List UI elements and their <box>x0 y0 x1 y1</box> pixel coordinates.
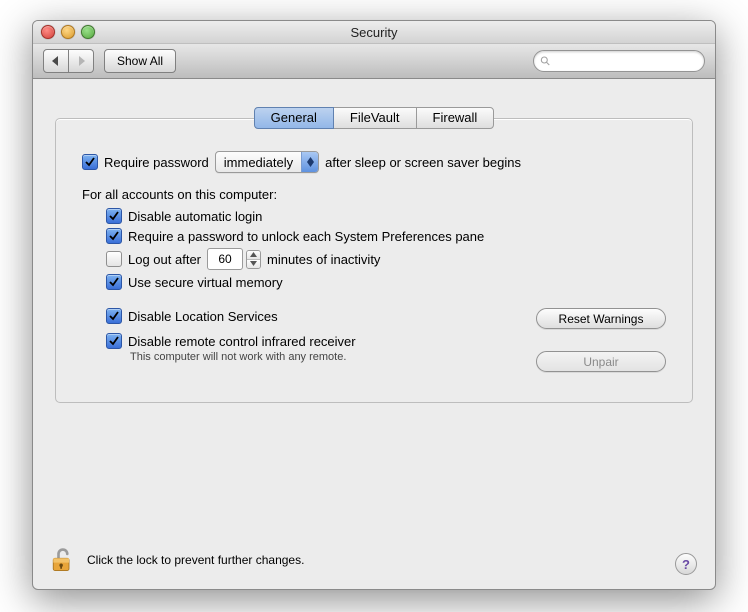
toolbar: Show All <box>33 44 715 79</box>
require-pw-sysprefs-row: Require a password to unlock each System… <box>82 228 666 244</box>
require-pw-sysprefs-label: Require a password to unlock each System… <box>128 229 484 244</box>
reset-warnings-button[interactable]: Reset Warnings <box>536 308 666 329</box>
forward-button[interactable] <box>69 49 94 73</box>
ir-subtext: This computer will not work with any rem… <box>130 351 356 363</box>
tab-control: General FileVault Firewall <box>55 107 693 129</box>
zoom-button[interactable] <box>81 25 95 39</box>
search-input[interactable] <box>555 53 698 69</box>
disable-ir-label: Disable remote control infrared receiver <box>128 334 356 349</box>
log-out-minutes-stepper <box>207 248 261 270</box>
tab-filevault[interactable]: FileVault <box>333 107 417 129</box>
checkmark-icon <box>85 157 95 167</box>
stepper-arrows[interactable] <box>246 250 261 269</box>
tab-general[interactable]: General <box>254 107 334 129</box>
require-pw-sysprefs-checkbox[interactable] <box>106 228 122 244</box>
window-title: Security <box>351 25 398 40</box>
help-button[interactable]: ? <box>675 553 697 575</box>
security-preferences-window: Security Show All General FileVault Fire… <box>32 20 716 590</box>
close-button[interactable] <box>41 25 55 39</box>
log-out-after-label-pre: Log out after <box>128 252 201 267</box>
log-out-after-row: Log out after minutes of inactivity <box>82 248 666 270</box>
require-password-row: Require password immediately after sleep… <box>82 151 666 173</box>
disable-location-checkbox[interactable] <box>106 308 122 324</box>
ir-receiver-row: Disable remote control infrared receiver… <box>82 333 666 372</box>
require-password-checkbox[interactable] <box>82 154 98 170</box>
search-icon <box>540 55 551 67</box>
checkmark-icon <box>109 231 119 241</box>
checkmark-icon <box>109 311 119 321</box>
disable-auto-login-checkbox[interactable] <box>106 208 122 224</box>
disable-ir-checkbox[interactable] <box>106 333 122 349</box>
general-panel: Require password immediately after sleep… <box>55 118 693 403</box>
popup-arrows-icon <box>301 152 318 172</box>
require-password-label-post: after sleep or screen saver begins <box>325 155 521 170</box>
chevron-down-icon <box>250 261 257 266</box>
log-out-after-label-post: minutes of inactivity <box>267 252 380 267</box>
chevron-left-icon <box>52 56 60 66</box>
require-password-delay-value: immediately <box>216 155 301 170</box>
secure-vm-checkbox[interactable] <box>106 274 122 290</box>
unpair-button[interactable]: Unpair <box>536 351 666 372</box>
checkmark-icon <box>109 277 119 287</box>
disable-auto-login-label: Disable automatic login <box>128 209 262 224</box>
tab-firewall[interactable]: Firewall <box>416 107 495 129</box>
location-services-row: Disable Location Services Reset Warnings <box>82 308 666 329</box>
show-all-button[interactable]: Show All <box>104 49 176 73</box>
nav-segmented <box>43 49 94 73</box>
back-button[interactable] <box>43 49 69 73</box>
lock-button[interactable] <box>47 545 77 575</box>
require-password-label-pre: Require password <box>104 155 209 170</box>
checkmark-icon <box>109 211 119 221</box>
content-area: General FileVault Firewall Require passw… <box>33 79 715 537</box>
chevron-up-icon <box>250 252 257 257</box>
minimize-button[interactable] <box>61 25 75 39</box>
disable-location-label: Disable Location Services <box>128 309 278 324</box>
titlebar: Security <box>33 21 715 44</box>
disable-auto-login-row: Disable automatic login <box>82 208 666 224</box>
search-field[interactable] <box>533 50 705 72</box>
log-out-minutes-input[interactable] <box>207 248 243 270</box>
window-controls <box>41 25 95 39</box>
lock-text: Click the lock to prevent further change… <box>87 553 304 567</box>
checkmark-icon <box>109 336 119 346</box>
all-accounts-header: For all accounts on this computer: <box>82 187 666 202</box>
unlocked-padlock-icon <box>48 546 76 574</box>
log-out-after-checkbox[interactable] <box>106 251 122 267</box>
lock-row: Click the lock to prevent further change… <box>33 537 715 589</box>
secure-vm-row: Use secure virtual memory <box>82 274 666 290</box>
require-password-delay-popup[interactable]: immediately <box>215 151 319 173</box>
secure-vm-label: Use secure virtual memory <box>128 275 283 290</box>
chevron-right-icon <box>77 56 85 66</box>
